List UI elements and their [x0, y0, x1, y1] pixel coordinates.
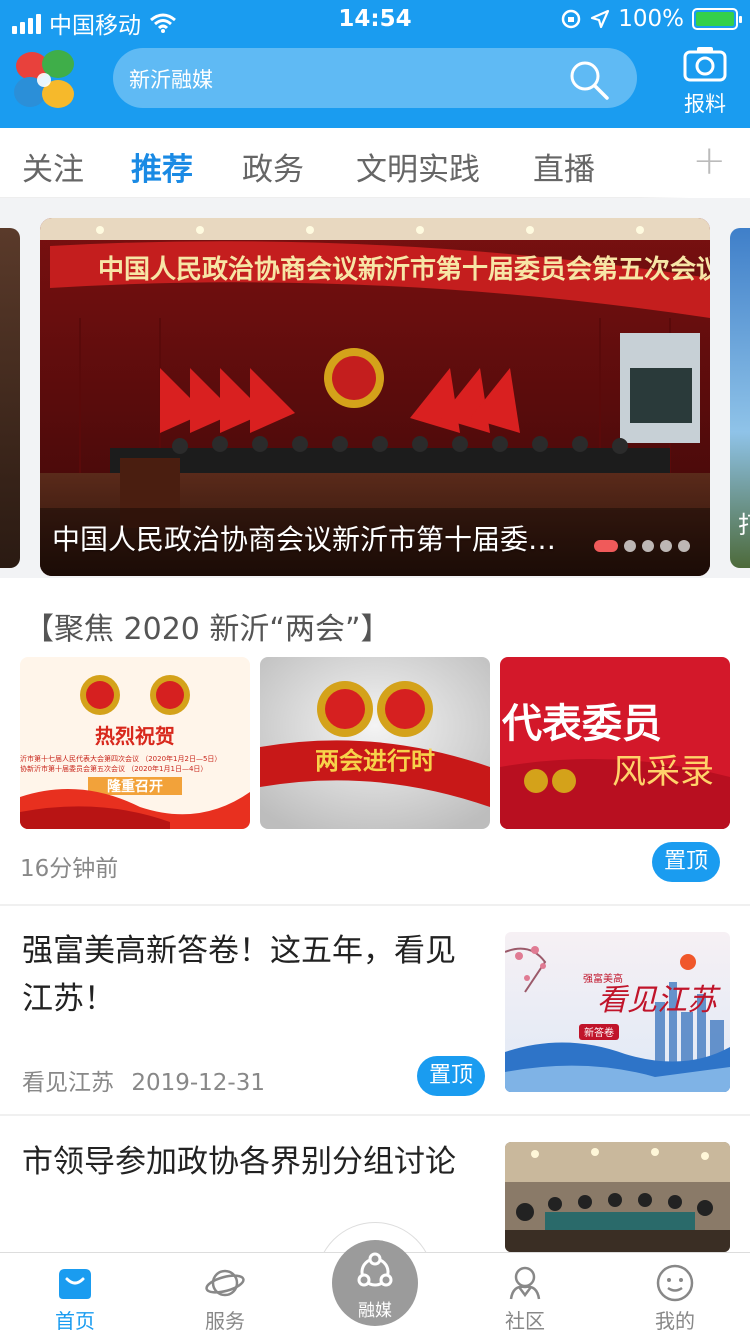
carousel-dot [642, 540, 654, 552]
search-icon[interactable] [567, 58, 611, 102]
rotation-lock-icon [561, 9, 581, 29]
carousel-dot [660, 540, 672, 552]
nav-home-label: 首页 [55, 1309, 95, 1333]
profiles-image: 代表委员 风采录 [500, 657, 730, 829]
pinned-badge: 置顶 [652, 842, 721, 882]
battery-percent: 100% [618, 6, 684, 32]
next-slide-caption: 打 [738, 505, 750, 540]
nav-mine[interactable]: 我的 [600, 1253, 750, 1334]
battery-icon [692, 8, 742, 30]
carousel-dot [624, 540, 636, 552]
jiangsu-small-text: 强富美高 [583, 972, 623, 985]
news-title[interactable]: 强富美高新答卷！这五年，看见 江苏！ [22, 927, 456, 1023]
tab-recommend[interactable]: 推荐 [131, 144, 193, 189]
jiangsu-image: 看见江苏 强富美高 新答卷 [505, 932, 730, 1092]
smile-icon [656, 1264, 694, 1302]
focus-thumb-congrats[interactable]: 热烈祝贺 沂市第十七届人民代表大会第四次会议 （2020年1月2日—5日） 协新… [20, 657, 250, 829]
in-progress-image: 两会进行时 [260, 657, 490, 829]
search-placeholder: 新沂融媒 [129, 68, 213, 92]
report-label: 报料 [684, 92, 726, 116]
congrats-footer: 隆重召开 [107, 778, 163, 795]
banner-text: 中国人民政治协商会议新沂市第十届委员会第五次会议 [98, 254, 710, 285]
congrats-line1: 沂市第十七届人民代表大会第四次会议 （2020年1月2日—5日） [20, 754, 221, 763]
nav-community[interactable]: 社区 [450, 1253, 600, 1334]
nav-service-label: 服务 [205, 1309, 245, 1333]
tab-civilization[interactable]: 文明实践 [356, 144, 480, 189]
news-thumbnail[interactable]: 看见江苏 强富美高 新答卷 [505, 932, 730, 1092]
carousel[interactable]: 打 中国人民政治协商会议新沂市第十届委员会第五次会议 [0, 198, 750, 578]
congrats-headline: 热烈祝贺 [95, 724, 175, 748]
carousel-dot [678, 540, 690, 552]
divider [0, 904, 750, 906]
add-channel-icon[interactable]: + [692, 138, 726, 184]
in-progress-headline: 两会进行时 [315, 747, 435, 775]
news-title-line: 市领导参加政协各界别分组讨论 [22, 1144, 456, 1180]
congrats-line2: 协新沂市第十届委员会第五次会议 （2020年1月1日—4日） [20, 764, 207, 773]
status-bar: 中国移动 14:54 100% [0, 0, 750, 40]
divider [0, 1114, 750, 1116]
focus-time: 16分钟前 [20, 856, 119, 882]
search-bar[interactable]: 新沂融媒 [113, 48, 637, 108]
nav-service[interactable]: 服务 [150, 1253, 300, 1334]
tab-live[interactable]: 直播 [533, 144, 595, 189]
focus-section-title[interactable]: 【聚焦 2020 新沂“两会”】 [24, 604, 391, 648]
meeting-image [505, 1142, 730, 1252]
profiles-subline: 风采录 [612, 752, 714, 792]
carousel-indicator [594, 540, 690, 552]
nav-community-label: 社区 [505, 1309, 545, 1333]
home-icon [59, 1269, 91, 1299]
nav-mine-label: 我的 [655, 1309, 695, 1333]
news-date: 2019-12-31 [131, 1070, 265, 1096]
jiangsu-big-text: 看见江苏 [597, 983, 721, 1018]
top-bar: 中国移动 14:54 100% 新沂融媒 报料 [0, 0, 750, 128]
jiangsu-tag: 新答卷 [584, 1026, 614, 1039]
news-title-line: 强富美高新答卷！这五年，看见 [22, 933, 456, 969]
profiles-headline: 代表委员 [501, 700, 662, 747]
pinned-badge: 置顶 [417, 1056, 486, 1096]
news-thumbnail[interactable] [505, 1142, 730, 1252]
nav-home[interactable]: 首页 [0, 1253, 150, 1334]
app-logo [14, 50, 74, 108]
tab-government[interactable]: 政务 [242, 144, 304, 189]
congrats-image: 热烈祝贺 沂市第十七届人民代表大会第四次会议 （2020年1月2日—5日） 协新… [20, 657, 250, 829]
focus-thumb-in-progress[interactable]: 两会进行时 [260, 657, 490, 829]
nav-media-label: 融媒 [358, 1301, 392, 1321]
camera-icon [683, 47, 727, 82]
focus-thumb-profiles[interactable]: 代表委员 风采录 [500, 657, 730, 829]
community-icon [509, 1266, 541, 1300]
tab-follow[interactable]: 关注 [22, 144, 84, 189]
carousel-slide[interactable]: 中国人民政治协商会议新沂市第十届委员会第五次会议 中国人民政治协商会议新沂市第十… [40, 218, 710, 576]
news-source: 看见江苏 [22, 1070, 114, 1096]
location-icon [591, 9, 610, 29]
news-title[interactable]: 市领导参加政协各界别分组讨论 [22, 1138, 456, 1186]
nav-media-center[interactable]: 融媒 [332, 1240, 418, 1326]
carousel-dot [594, 540, 618, 552]
share-hub-icon [357, 1252, 393, 1287]
news-title-line: 江苏！ [22, 981, 115, 1017]
slide-caption: 中国人民政治协商会议新沂市第十届委… [52, 523, 557, 556]
carousel-prev-slide[interactable] [0, 228, 20, 568]
planet-icon [205, 1269, 245, 1297]
report-button[interactable]: 报料 [676, 46, 734, 116]
carousel-next-slide[interactable]: 打 [730, 228, 750, 568]
channel-tabs: 关注 推荐 政务 文明实践 直播 + [0, 128, 750, 198]
news-meta: 看见江苏 2019-12-31 [22, 1063, 265, 1097]
